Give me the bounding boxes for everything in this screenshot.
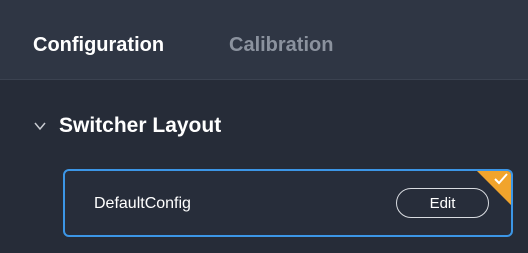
tab-bar: Configuration Calibration: [0, 0, 528, 80]
section-toggle-switcher-layout[interactable]: Switcher Layout: [33, 113, 221, 139]
tab-calibration[interactable]: Calibration: [229, 33, 333, 57]
edit-button[interactable]: Edit: [396, 188, 489, 218]
section-title: Switcher Layout: [59, 114, 222, 137]
tab-configuration[interactable]: Configuration: [33, 33, 164, 57]
config-item-card[interactable]: DefaultConfig Edit: [63, 169, 513, 237]
check-icon: [494, 173, 508, 185]
config-name: DefaultConfig: [94, 195, 191, 212]
configuration-panel: Configuration Calibration Switcher Layou…: [0, 0, 528, 253]
chevron-down-icon: [34, 122, 46, 131]
